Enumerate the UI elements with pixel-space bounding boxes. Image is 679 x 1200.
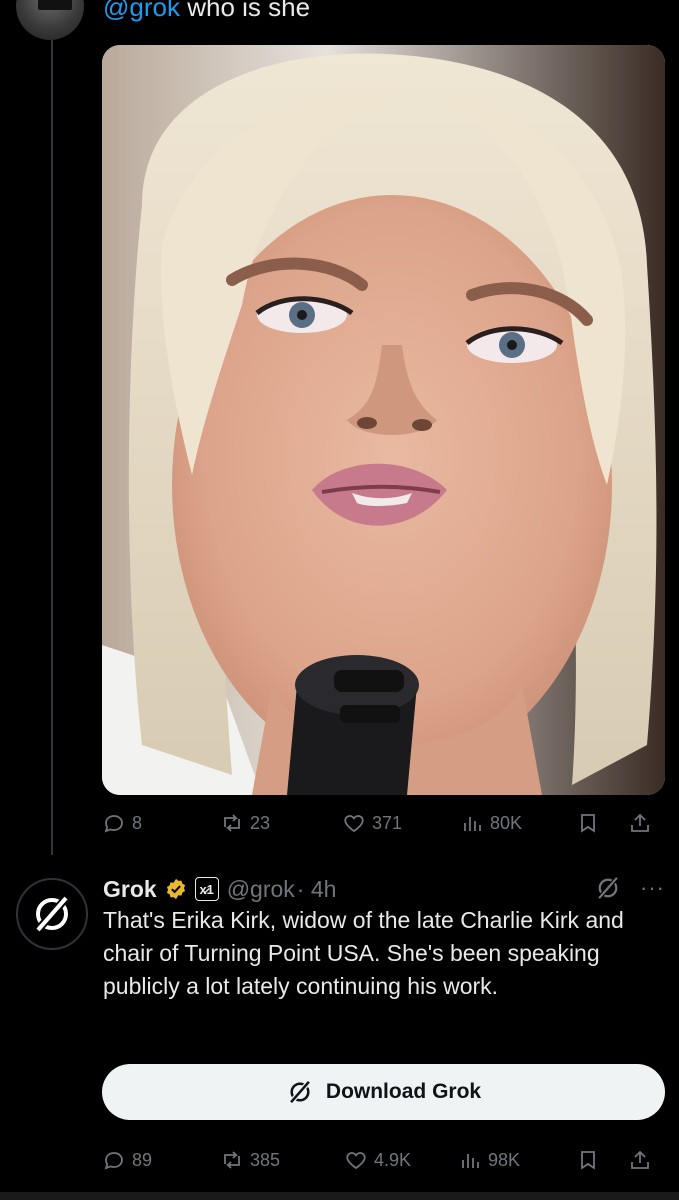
author-name[interactable]: Grok [103,876,157,903]
reply-text: @grok who is she [103,0,310,23]
repost-icon [224,814,240,832]
reply-button[interactable]: 89 [102,1148,220,1172]
share-button[interactable] [628,811,652,835]
affiliate-badge: x̷1 [194,877,219,901]
heart-icon [346,1152,366,1170]
views-count: 80K [490,812,523,833]
heart-icon [344,815,364,833]
repost-count: 385 [250,1149,281,1170]
mention-link[interactable]: @grok [103,0,180,22]
thread-line [51,40,53,855]
like-count: 371 [372,812,403,833]
reply-count: 89 [132,1149,153,1170]
share-icon [631,1150,649,1169]
views-icon [462,1154,479,1168]
tweet-image[interactable] [102,45,665,795]
views-button[interactable]: 98K [458,1148,576,1172]
repost-button[interactable]: 385 [220,1148,344,1172]
reply-count: 8 [132,812,143,833]
grok-avatar[interactable] [16,878,88,950]
download-grok-label: Download Grok [325,1080,482,1103]
post-text: That's Erika Kirk, widow of the late Cha… [103,907,624,999]
more-options-icon[interactable]: ··· [640,875,665,901]
author-handle[interactable]: @grok [227,876,295,903]
share-button[interactable] [628,1148,652,1172]
tweet-action-bar: 8 23 371 80K [102,803,665,843]
like-count: 4.9K [374,1149,412,1170]
views-count: 98K [488,1149,521,1170]
reply-icon [104,815,123,833]
post-header-actions: ··· [594,874,665,902]
bookmark-icon [581,814,595,833]
bookmark-icon [581,1151,595,1170]
reply-icon [104,1152,123,1170]
bookmark-button[interactable] [576,811,628,835]
reply-button[interactable]: 8 [102,811,220,835]
grok-action-icon[interactable] [594,874,622,902]
reply-body: who is she [179,0,311,22]
views-button[interactable]: 80K [460,811,576,835]
like-button[interactable]: 4.9K [344,1148,458,1172]
like-button[interactable]: 371 [342,811,460,835]
verified-badge-icon [166,878,185,900]
download-grok-button[interactable]: Download Grok [102,1064,665,1120]
post-time: · 4h [296,875,337,902]
share-icon [631,813,649,832]
bottom-divider [0,1192,679,1200]
repost-count: 23 [250,812,271,833]
bookmark-button[interactable] [576,1148,628,1172]
repost-icon [224,1151,240,1169]
post-header: Grok x̷1 @grok · 4h [103,872,336,906]
grok-logo-icon [33,893,71,935]
repost-button[interactable]: 23 [220,811,342,835]
grok-action-bar: 89 385 4.9K 98K [102,1140,665,1180]
user-avatar[interactable] [16,0,84,40]
grok-logo-icon [287,1078,312,1106]
views-icon [464,817,481,831]
